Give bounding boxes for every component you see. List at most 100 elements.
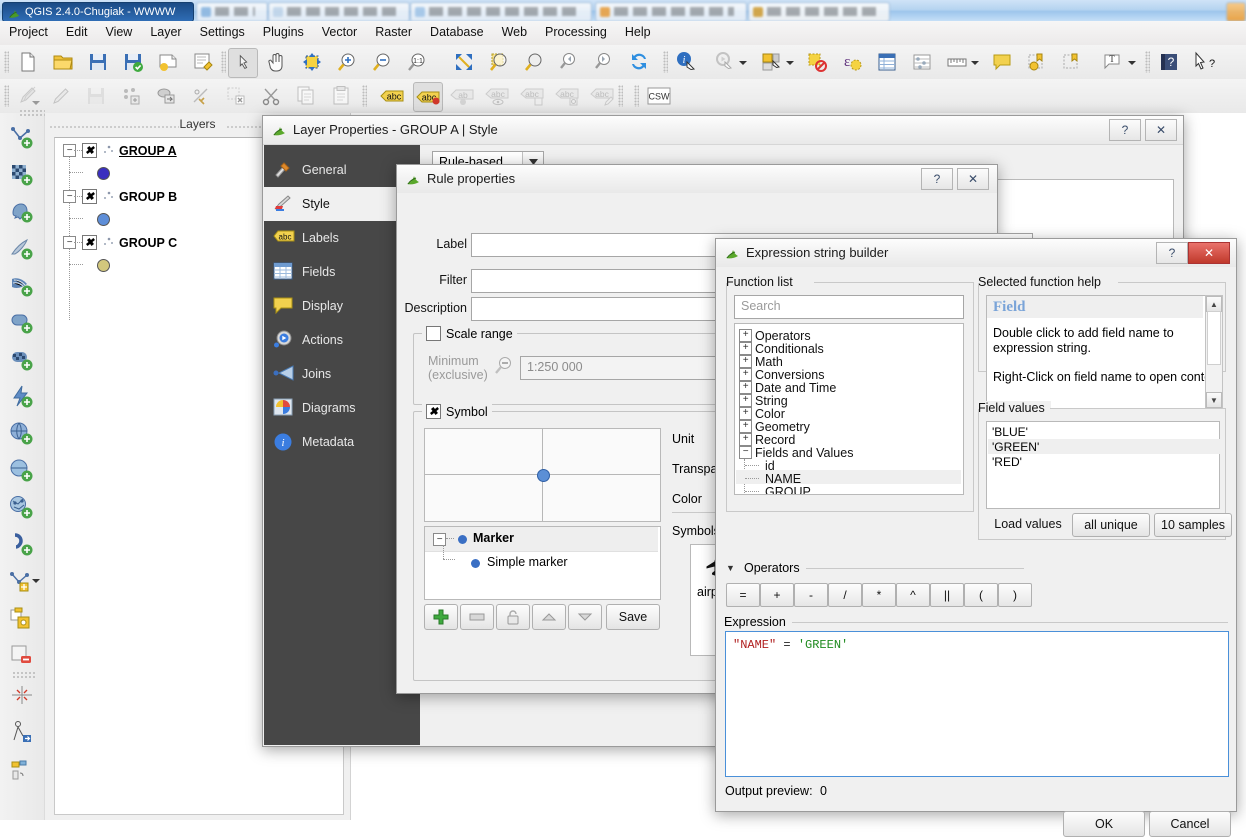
zoom-next-icon[interactable]	[590, 48, 618, 76]
new-bookmark-icon[interactable]	[1023, 48, 1051, 76]
zoom-out-icon[interactable]	[368, 48, 396, 76]
add-postgis-layer-icon[interactable]	[7, 197, 37, 227]
pan-to-selection-icon[interactable]	[298, 48, 326, 76]
new-shapefile-layer-icon[interactable]	[7, 493, 37, 523]
layer-name-group-c[interactable]: GROUP C	[119, 236, 177, 250]
scale-range-checkbox[interactable]	[426, 326, 441, 341]
move-label-icon[interactable]: abc	[518, 82, 546, 110]
run-feature-action-icon[interactable]	[710, 48, 738, 76]
pin-labels-icon[interactable]: ab	[448, 82, 476, 110]
touch-zoom-pan-icon[interactable]	[228, 48, 258, 78]
pan-map-icon[interactable]	[263, 48, 291, 76]
measure-angle-icon[interactable]	[7, 718, 37, 748]
add-delimited-text-layer-icon[interactable]	[7, 456, 37, 486]
triangle-down-icon[interactable]: ▼	[726, 563, 735, 573]
menu-project[interactable]: Project	[0, 21, 57, 42]
symbol-layer-row-simple-marker[interactable]: Simple marker	[425, 545, 658, 575]
operator-minus-button[interactable]: -	[794, 583, 828, 607]
refresh-icon[interactable]	[625, 48, 653, 76]
menu-vector[interactable]: Vector	[313, 21, 366, 42]
add-wfs-layer-icon[interactable]	[7, 419, 37, 449]
taskbar-item-2[interactable]	[268, 2, 410, 22]
show-hide-labels-icon[interactable]: abc	[483, 82, 511, 110]
menu-edit[interactable]: Edit	[57, 21, 97, 42]
change-label-icon[interactable]: abc	[588, 82, 616, 110]
rotate-label-icon[interactable]: abc	[553, 82, 581, 110]
symbol-layer-tree[interactable]: − Marker Simple marker	[424, 526, 661, 600]
zoom-native-icon[interactable]: 1:1	[403, 48, 431, 76]
new-spatialite-layer-icon[interactable]	[7, 530, 37, 560]
save-layer-edits-icon[interactable]	[82, 82, 110, 110]
add-from-gps-icon[interactable]	[7, 755, 37, 785]
add-wcs-layer-icon[interactable]	[7, 382, 37, 412]
zoom-to-selection-icon[interactable]	[485, 48, 513, 76]
scale-picker-icon[interactable]	[492, 356, 514, 379]
paste-features-icon[interactable]	[327, 82, 355, 110]
function-help-scrollbar[interactable]: ▲ ▼	[1205, 295, 1223, 409]
layer-visibility-checkbox[interactable]: ✖	[82, 189, 97, 204]
highlight-pinned-labels-icon[interactable]: abc	[413, 82, 443, 112]
function-node-record[interactable]: + Record	[739, 433, 795, 447]
node-tool-icon[interactable]	[187, 82, 215, 110]
expression-textarea[interactable]: "NAME" = 'GREEN'	[725, 631, 1229, 777]
label-toolbar-icon[interactable]: abc	[378, 82, 406, 110]
create-spatial-index-icon[interactable]	[7, 604, 37, 634]
all-unique-button[interactable]: all unique	[1072, 513, 1150, 537]
composer-manager-icon[interactable]	[189, 48, 217, 76]
operator-multiply-button[interactable]: *	[862, 583, 896, 607]
csw-icon[interactable]: CSW	[645, 82, 673, 110]
function-node-operators[interactable]: + Operators	[739, 329, 811, 343]
add-raster-layer-icon[interactable]	[7, 160, 37, 190]
field-value-item[interactable]: 'BLUE'	[988, 424, 1220, 439]
pan-to-coordinate-icon[interactable]	[7, 681, 37, 711]
menu-layer[interactable]: Layer	[141, 21, 190, 42]
zoom-in-icon[interactable]	[333, 48, 361, 76]
add-oracle-layer-icon[interactable]	[7, 308, 37, 338]
layer-properties-close-button[interactable]: ✕	[1145, 119, 1177, 141]
zoom-full-icon[interactable]	[450, 48, 478, 76]
menu-processing[interactable]: Processing	[536, 21, 616, 42]
new-print-composer-icon[interactable]	[154, 48, 182, 76]
menu-settings[interactable]: Settings	[191, 21, 254, 42]
layer-properties-help-button[interactable]: ?	[1109, 119, 1141, 141]
add-symbol-layer-button[interactable]	[424, 604, 458, 630]
scroll-up-icon[interactable]: ▲	[1206, 296, 1222, 312]
cut-features-icon[interactable]	[257, 82, 285, 110]
menu-help[interactable]: Help	[616, 21, 660, 42]
add-feature-icon[interactable]	[117, 82, 145, 110]
field-values-list[interactable]: 'BLUE' 'GREEN' 'RED'	[986, 421, 1220, 509]
expression-builder-help-button[interactable]: ?	[1156, 242, 1188, 264]
load-values-button[interactable]: Load values	[988, 513, 1068, 535]
layer-name-group-a[interactable]: GROUP A	[119, 144, 177, 158]
layer-visibility-checkbox[interactable]: ✖	[82, 143, 97, 158]
taskbar-item-6[interactable]	[1226, 2, 1246, 22]
move-feature-icon[interactable]	[152, 82, 180, 110]
function-node-geometry[interactable]: + Geometry	[739, 420, 810, 434]
save-project-as-icon[interactable]	[119, 48, 147, 76]
measure-line-icon[interactable]	[943, 48, 971, 76]
save-symbol-button[interactable]: Save	[606, 604, 660, 630]
add-spatialite-layer-icon[interactable]	[7, 234, 37, 264]
function-node-group[interactable]: GROUP	[745, 485, 811, 494]
text-annotation-icon[interactable]: T	[1098, 48, 1126, 76]
ten-samples-button[interactable]: 10 samples	[1154, 513, 1232, 537]
ok-button[interactable]: OK	[1063, 811, 1145, 837]
lock-layer-button[interactable]	[496, 604, 530, 630]
function-node-date-and-time[interactable]: + Date and Time	[739, 381, 836, 395]
function-list-tree[interactable]: + Operators + Conditionals + Math + Conversi…	[734, 323, 964, 495]
function-node-conditionals[interactable]: + Conditionals	[739, 342, 824, 356]
function-node-color[interactable]: + Color	[739, 407, 785, 421]
add-mssql-layer-icon[interactable]	[7, 271, 37, 301]
menu-database[interactable]: Database	[421, 21, 493, 42]
operator-close-paren-button[interactable]: )	[998, 583, 1032, 607]
operator-open-paren-button[interactable]: (	[964, 583, 998, 607]
operator-equals-button[interactable]: =	[726, 583, 760, 607]
function-node-name[interactable]: NAME	[745, 472, 801, 486]
menu-raster[interactable]: Raster	[366, 21, 421, 42]
edit-pencil-icon[interactable]	[47, 82, 75, 110]
field-value-item[interactable]: 'RED'	[988, 454, 1220, 469]
operator-plus-button[interactable]: +	[760, 583, 794, 607]
new-project-icon[interactable]	[14, 48, 42, 76]
function-node-math[interactable]: + Math	[739, 355, 783, 369]
field-value-item-selected[interactable]: 'GREEN'	[988, 439, 1220, 454]
